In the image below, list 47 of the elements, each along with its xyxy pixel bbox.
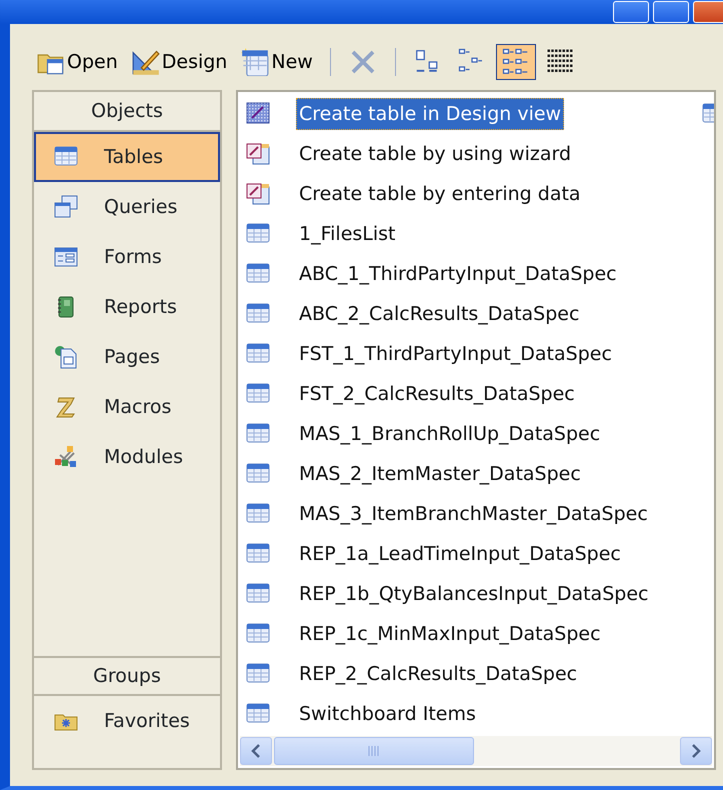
list-item[interactable]: Switchboard Items [296,698,479,730]
form-icon [54,245,78,269]
list-item[interactable]: REP_1a_LeadTimeInput_DataSpec [296,538,624,570]
list-item[interactable]: Create table by using wizard [296,138,574,170]
grip-icon [368,746,380,756]
list-item[interactable]: ABC_2_CalcResults_DataSpec [296,298,582,330]
design-table-icon [246,102,270,126]
list-item[interactable]: 1_FilesList [296,218,398,250]
list-item[interactable]: MAS_1_BranchRollUp_DataSpec [296,418,604,450]
section-header: Groups [34,656,220,696]
list-item[interactable]: Create table in Design view [296,98,564,130]
scroll-thumb[interactable] [274,737,474,765]
close-button[interactable] [693,1,723,23]
list-item[interactable]: FST_1_ThirdPartyInput_DataSpec [296,338,615,370]
modules-icon [54,445,78,469]
web-page-icon [54,345,78,369]
horizontal-scrollbar[interactable] [240,736,712,766]
open-button[interactable]: Open [32,44,123,80]
list-item[interactable]: ABC_1_ThirdPartyInput_DataSpec [296,258,620,290]
minimize-button[interactable] [613,1,649,23]
scroll-left-button[interactable] [240,737,272,765]
ruler-pencil-icon [132,48,160,76]
new-button[interactable]: New [236,44,318,80]
list-item[interactable]: REP_1b_QtyBalancesInput_DataSpec [296,578,652,610]
list-item[interactable]: Create table by entering data [296,178,584,210]
wizard-icon [246,142,270,166]
sidebar-item[interactable]: Pages [34,332,220,382]
sidebar-item[interactable]: Forms [34,232,220,282]
sidebar-item[interactable]: Favorites [34,696,220,746]
list-item[interactable]: REP_2_CalcResults_DataSpec [296,658,580,690]
sidebar-item[interactable]: Queries [34,182,220,232]
list-view-button[interactable] [496,44,536,80]
sidebar-item[interactable]: Macros [34,382,220,432]
list-item[interactable]: MAS_3_ItemBranchMaster_DataSpec [296,498,651,530]
list-item[interactable]: REP_1c_MinMaxInput_DataSpec [296,618,604,650]
sidebar-item[interactable]: Reports [34,282,220,332]
scroll-icon [54,395,78,419]
list-item[interactable]: MAS_2_ItemMaster_DataSpec [296,458,584,490]
maximize-button[interactable] [653,1,689,23]
design-button[interactable]: Design [126,44,232,80]
list-item[interactable]: FST_2_CalcResults_DataSpec [296,378,578,410]
query-icon [54,195,78,219]
sidebar-item[interactable]: Tables [34,132,220,182]
scroll-right-button[interactable] [680,737,712,765]
wizard-icon [246,182,270,206]
new-table-icon [241,48,270,76]
sidebar-item[interactable]: Modules [34,432,220,482]
